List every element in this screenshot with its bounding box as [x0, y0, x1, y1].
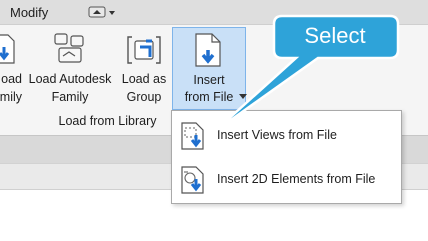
- callout-text: Select: [304, 23, 366, 48]
